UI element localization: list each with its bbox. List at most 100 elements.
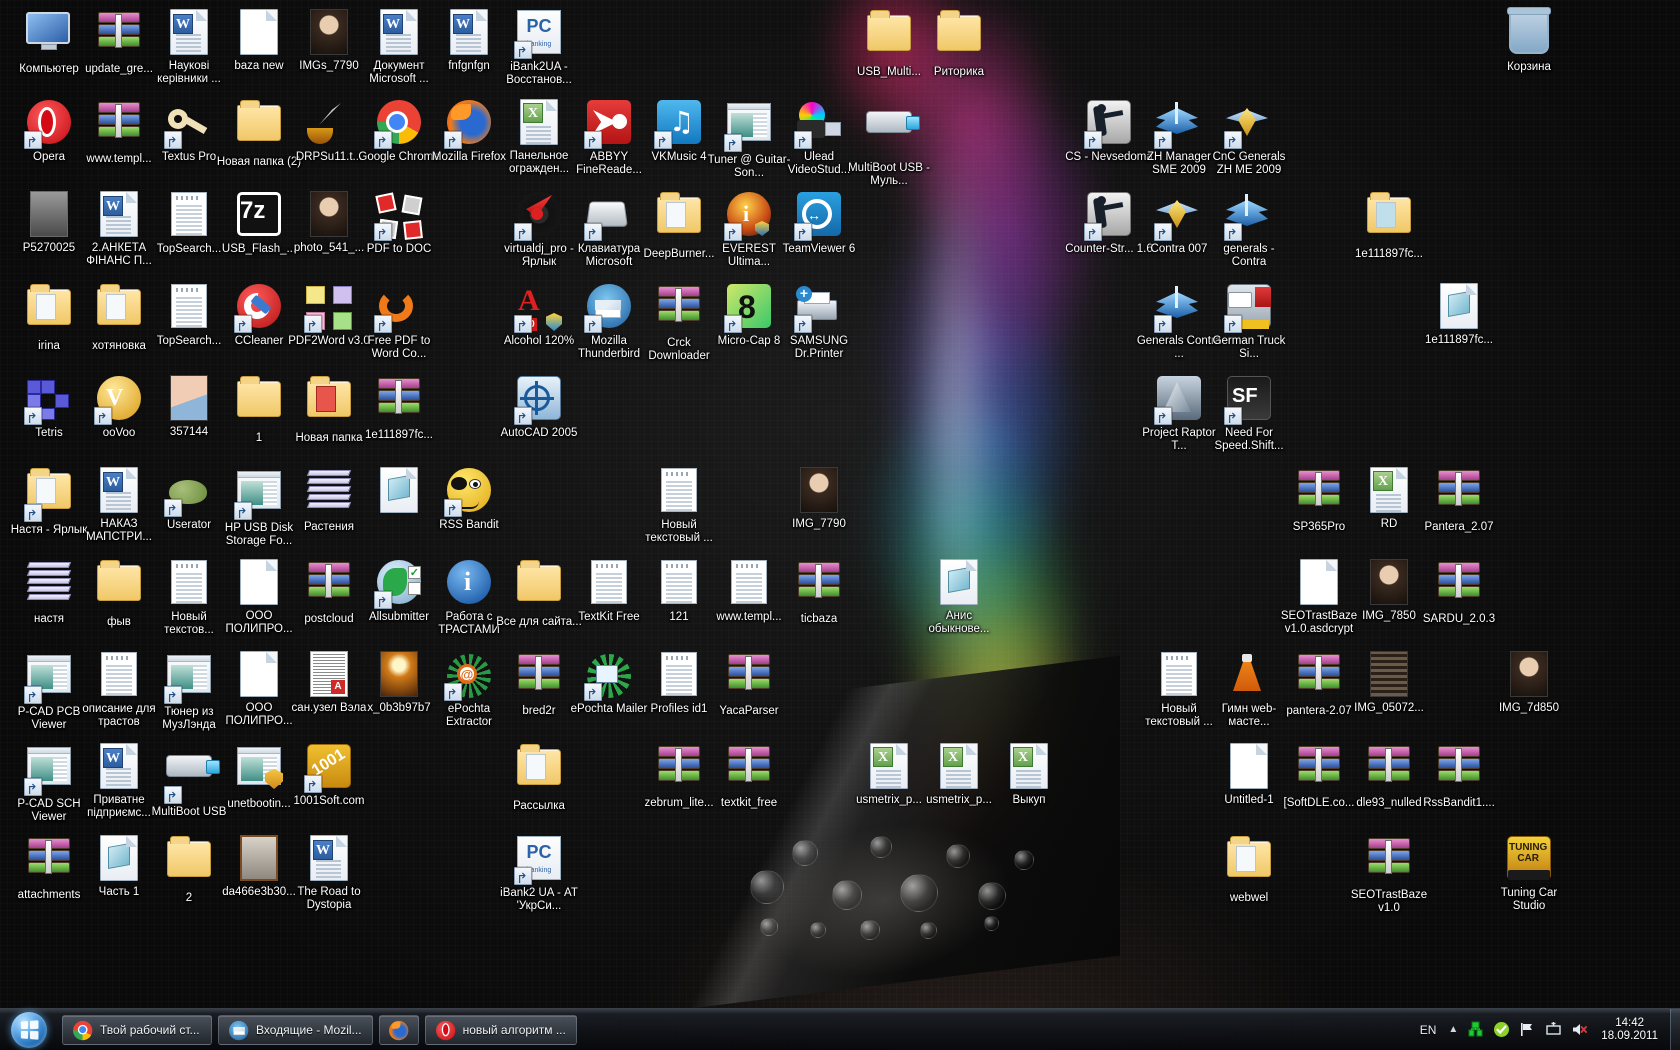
desktop-icon[interactable]: YacaParser bbox=[705, 650, 793, 718]
desktop-icon[interactable]: 1e111897fc... bbox=[355, 374, 443, 442]
clock[interactable]: 14:42 18.09.2011 bbox=[1597, 1017, 1662, 1043]
desktop-icon-label: Pantera_2.07 bbox=[1415, 521, 1503, 534]
desktop-icon[interactable]: Рассылка bbox=[495, 742, 583, 813]
desktop-icon[interactable]: PChankingiBank2UA - Восстанов... bbox=[495, 8, 583, 87]
desktop-icon[interactable]: textkit_free bbox=[705, 742, 793, 810]
desktop-icon[interactable]: Корзина bbox=[1485, 8, 1573, 74]
desktop-icon[interactable]: webwel bbox=[1205, 834, 1293, 905]
abbyy-icon bbox=[585, 100, 633, 148]
photo-icon bbox=[305, 9, 353, 57]
rar-icon bbox=[1435, 562, 1483, 610]
clock-time: 14:42 bbox=[1601, 1017, 1658, 1030]
flag-icon[interactable] bbox=[1519, 1021, 1536, 1038]
desktop-icon-label: 1e111897fc... bbox=[1415, 334, 1503, 347]
tetris-icon bbox=[25, 376, 73, 424]
desktop-icon[interactable]: Free PDF to Word Co... bbox=[355, 282, 443, 361]
desktop-icon[interactable]: 1e111897fc... bbox=[1415, 282, 1503, 347]
ulead-icon bbox=[795, 100, 843, 148]
volume-muted-icon[interactable] bbox=[1571, 1021, 1588, 1038]
desktop-icon[interactable]: WThe Road to Dystopia bbox=[285, 834, 373, 912]
usb-icon bbox=[865, 111, 913, 159]
note-icon bbox=[95, 652, 143, 700]
desktop-icon[interactable]: German Truck Si... bbox=[1205, 282, 1293, 361]
xls-icon: X bbox=[865, 743, 913, 791]
desktop-icon[interactable]: PDF to DOC bbox=[355, 190, 443, 256]
taskbar-button[interactable] bbox=[379, 1015, 419, 1045]
opera-icon bbox=[25, 100, 73, 148]
pdf2word-icon bbox=[305, 284, 353, 332]
xls-icon: X bbox=[935, 743, 983, 791]
desktop-icon[interactable]: Pantera_2.07 bbox=[1415, 466, 1503, 534]
desktop-icon[interactable]: AutoCAD 2005 bbox=[495, 374, 583, 440]
system-tray: EN ▲ bbox=[1417, 1009, 1670, 1050]
display-icon[interactable] bbox=[1545, 1021, 1562, 1038]
word-icon: W bbox=[95, 743, 143, 791]
desktop-icon[interactable]: RSS Bandit bbox=[425, 466, 513, 532]
windows-logo-icon bbox=[11, 1012, 47, 1048]
epochta-mail-icon bbox=[585, 652, 633, 700]
desktop-icon[interactable]: IMG_7790 bbox=[775, 466, 863, 531]
taskbar-button[interactable]: Твой рабочий ст... bbox=[62, 1015, 212, 1045]
key-icon bbox=[165, 100, 213, 148]
desktop-icon[interactable]: RssBandit1.... bbox=[1415, 742, 1503, 810]
teamviewer-icon: ↔ bbox=[795, 192, 843, 240]
folder-icon bbox=[235, 105, 283, 153]
desktop-icon[interactable]: generals - Contra bbox=[1205, 190, 1293, 269]
rar-icon bbox=[95, 12, 143, 60]
blank-icon bbox=[1225, 743, 1273, 791]
folder-icon bbox=[515, 565, 563, 613]
desktop-icon[interactable]: IMG_05072... bbox=[1345, 650, 1433, 715]
show-desktop-button[interactable] bbox=[1670, 1009, 1680, 1050]
pdf2doc-icon bbox=[375, 192, 423, 240]
desktop-icon[interactable]: SFNeed For Speed.Shift... bbox=[1205, 374, 1293, 453]
opera-icon bbox=[436, 1020, 456, 1040]
stack-icon bbox=[25, 562, 73, 610]
desktop-icon[interactable]: CnC Generals ZH ME 2009 bbox=[1205, 98, 1293, 177]
desktop-icon[interactable]: 1e111897fc... bbox=[1345, 190, 1433, 261]
chevron-up-icon[interactable]: ▲ bbox=[1448, 1024, 1458, 1035]
desktop-icon[interactable]: +SAMSUNG Dr.Printer bbox=[775, 282, 863, 361]
desktop-icon[interactable]: IMG_7d850 bbox=[1485, 650, 1573, 715]
chrome-icon bbox=[73, 1020, 93, 1040]
taskbar-button[interactable]: Входящие - Mozil... bbox=[218, 1015, 373, 1045]
desktop-icon[interactable]: XВыкуп bbox=[985, 742, 1073, 807]
desktop-icon[interactable]: SEOTrastBaze v1.0 bbox=[1345, 834, 1433, 915]
usb-icon bbox=[165, 755, 213, 803]
photo-dark-icon bbox=[1365, 651, 1413, 699]
desktop-icon[interactable]: TUNINGCARTuning Car Studio bbox=[1485, 834, 1573, 913]
zh-blue-icon bbox=[1225, 192, 1273, 240]
desktop-icon-label: Риторика bbox=[915, 66, 1003, 79]
network-monitor-icon[interactable] bbox=[1467, 1021, 1484, 1038]
note-icon bbox=[165, 560, 213, 608]
desktop-icon-label: PDF to DOC bbox=[355, 243, 443, 256]
desktop-icon[interactable]: SARDU_2.0.3 bbox=[1415, 558, 1503, 626]
desktop-icon[interactable]: Новый текстовый ... bbox=[635, 466, 723, 545]
folder-open-icon bbox=[95, 289, 143, 337]
folder-red-icon bbox=[305, 381, 353, 429]
folder-open-icon bbox=[1225, 841, 1273, 889]
note-icon bbox=[165, 284, 213, 332]
docblue-icon bbox=[95, 835, 143, 883]
note-icon bbox=[655, 468, 703, 516]
desktop-icon[interactable]: MultiBoot USB - Муль... bbox=[845, 98, 933, 188]
taskbar-button[interactable]: новый алгоритм ... bbox=[425, 1015, 577, 1045]
stack-icon bbox=[305, 470, 353, 518]
desktop-icon[interactable]: ticbaza bbox=[775, 558, 863, 626]
desktop-icon-label: AutoCAD 2005 bbox=[495, 427, 583, 440]
candle-icon bbox=[375, 651, 423, 699]
desktop-icon[interactable]: PChankingiBank2 UA - АТ 'УкрСи... bbox=[495, 834, 583, 913]
rar-icon bbox=[515, 654, 563, 702]
start-button[interactable] bbox=[2, 1010, 56, 1050]
rar-icon bbox=[1365, 746, 1413, 794]
desktop-icon[interactable]: 10011001Soft.com bbox=[285, 742, 373, 808]
desktop-icon[interactable]: Анис обыкнове... bbox=[915, 558, 1003, 636]
desktop-icon[interactable]: Риторика bbox=[915, 8, 1003, 79]
word-icon: W bbox=[445, 9, 493, 57]
shield-green-icon[interactable] bbox=[1493, 1021, 1510, 1038]
language-indicator[interactable]: EN bbox=[1417, 1023, 1440, 1037]
desktop-icon[interactable]: ↔TeamViewer 6 bbox=[775, 190, 863, 256]
desktop-icon-label: webwel bbox=[1205, 892, 1293, 905]
rar-icon bbox=[1295, 654, 1343, 702]
desktop-icon-label: Анис обыкнове... bbox=[915, 610, 1003, 636]
desktop-icon-label: iBank2UA - Восстанов... bbox=[495, 61, 583, 87]
